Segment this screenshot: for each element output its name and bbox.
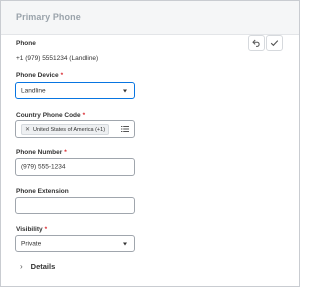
phone-device-label-text: Phone Device	[16, 72, 59, 79]
selected-country-pill: ✕ United States of America (+1)	[21, 124, 110, 135]
cancel-button[interactable]	[248, 35, 265, 51]
country-code-label: Country Phone Code *	[16, 112, 85, 119]
phone-number-input[interactable]: (979) 555-1234	[15, 158, 135, 176]
card-title: Primary Phone	[16, 12, 81, 22]
required-marker: *	[60, 72, 64, 79]
details-label: Details	[30, 262, 56, 271]
chevron-down-icon	[123, 242, 127, 245]
list-icon[interactable]	[121, 125, 129, 133]
save-button[interactable]	[266, 35, 283, 51]
card-header: Primary Phone	[1, 1, 299, 35]
visibility-label-text: Visibility	[16, 226, 43, 233]
checkmark-icon	[270, 40, 279, 47]
required-marker: *	[44, 226, 48, 233]
chevron-right-icon: ›	[20, 262, 23, 271]
phone-number-label-text: Phone Number	[16, 149, 63, 156]
undo-arrow-icon	[252, 39, 260, 47]
phone-number-value: (979) 555-1234	[21, 163, 66, 171]
phone-value: +1 (979) 5551234 (Landline)	[16, 55, 99, 62]
phone-extension-input[interactable]	[15, 197, 135, 214]
required-marker: *	[64, 149, 67, 156]
visibility-value: Private	[21, 240, 42, 247]
visibility-label: Visibility *	[16, 226, 47, 233]
remove-icon[interactable]: ✕	[25, 126, 30, 133]
visibility-select[interactable]: Private	[15, 235, 135, 252]
country-code-label-text: Country Phone Code	[16, 112, 81, 119]
details-toggle[interactable]: › Details	[20, 262, 55, 271]
required-marker: *	[82, 112, 86, 119]
phone-device-select[interactable]: Landline	[15, 82, 135, 99]
phone-extension-label: Phone Extension	[16, 188, 69, 195]
phone-number-label: Phone Number *	[16, 149, 67, 156]
country-code-prompt[interactable]: ✕ United States of America (+1)	[15, 120, 135, 138]
phone-device-label: Phone Device *	[16, 72, 63, 79]
phone-device-value: Landline	[21, 87, 46, 94]
chevron-down-icon	[123, 89, 127, 92]
selected-country-text: United States of America (+1)	[33, 126, 106, 133]
phone-label: Phone	[16, 40, 36, 47]
